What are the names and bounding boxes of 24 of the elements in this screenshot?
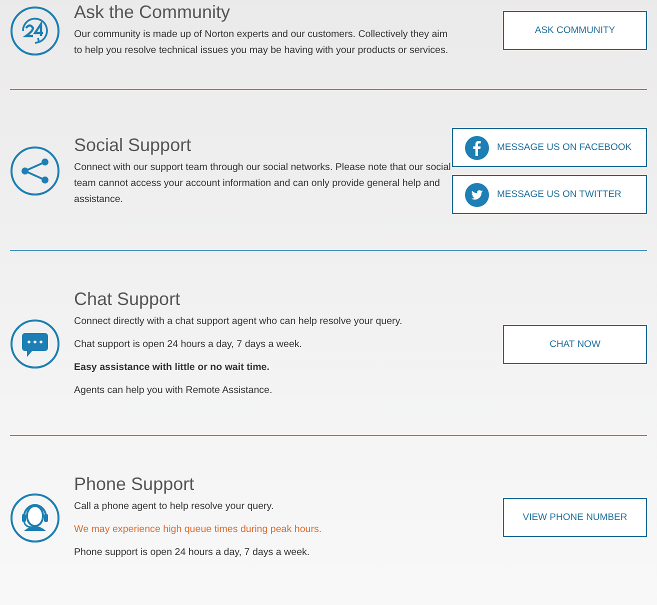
section-title: Phone Support bbox=[74, 474, 196, 495]
share-icon bbox=[10, 146, 60, 196]
description-text: Our community is made up of Norton experts and our customers. Collectively they aim to help you resolve technical issues you may be having with your products or services. bbox=[74, 28, 450, 58]
description-text: Chat support is open 24 hours a day, 7 days a week. bbox=[74, 338, 304, 352]
description-text: Connect directly with a chat support agent who can help resolve your query. bbox=[74, 315, 404, 329]
chat-bubble-icon bbox=[10, 319, 60, 369]
action-button[interactable]: VIEW PHONE NUMBER bbox=[503, 498, 647, 537]
description-text: Call a phone agent to help resolve your query. bbox=[74, 500, 275, 514]
action-button[interactable]: CHAT NOW bbox=[503, 324, 647, 364]
clock-icon bbox=[10, 6, 60, 56]
twitter-button[interactable]: MESSAGE US ON TWITTER bbox=[452, 175, 647, 214]
section-title: Chat Support bbox=[74, 289, 182, 310]
description-text: Easy assistance with little or no wait time. bbox=[74, 361, 270, 375]
description-text: Phone support is open 24 hours a day, 7 days a week. bbox=[74, 546, 311, 560]
warning-text: We may experience high queue times during peak hours. bbox=[74, 523, 323, 537]
facebook-icon bbox=[465, 136, 489, 160]
section-title: Ask the Community bbox=[74, 2, 232, 23]
facebook-button[interactable]: MESSAGE US ON FACEBOOK bbox=[452, 128, 647, 167]
action-button[interactable]: ASK COMMUNITY bbox=[503, 11, 647, 50]
description-text: Agents can help you with Remote Assistance. bbox=[74, 384, 274, 398]
section-title: Social Support bbox=[74, 134, 192, 156]
bird-icon bbox=[465, 182, 489, 206]
headset-icon bbox=[10, 492, 60, 542]
description-text: Connect with our support team through our social networks. Please note that our social team cannot access your account information and can only provide general help and assistance. bbox=[74, 160, 452, 206]
